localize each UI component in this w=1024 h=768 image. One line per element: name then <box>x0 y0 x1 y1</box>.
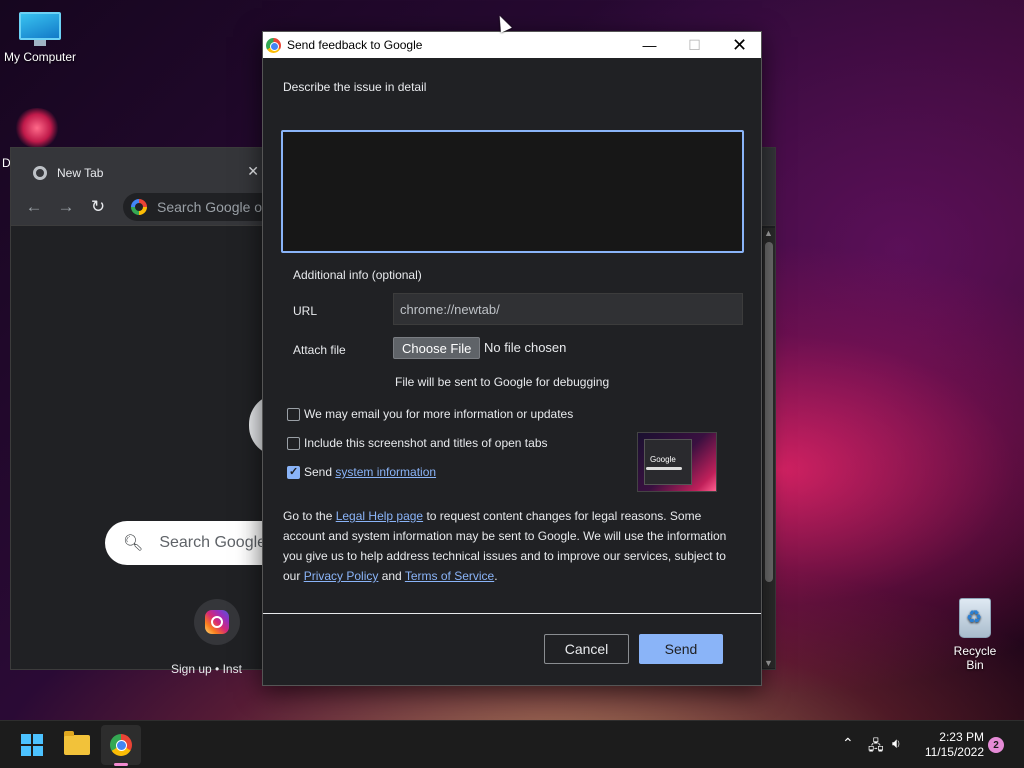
minimize-button[interactable]: — <box>627 32 672 58</box>
ntp-search-box[interactable]: 🔍︎ Search Google <box>105 521 275 565</box>
chrome-taskbar-button[interactable] <box>101 725 141 765</box>
legal-text-1: Go to the <box>283 509 336 523</box>
debug-note: File will be sent to Google for debuggin… <box>395 375 610 389</box>
include-screenshot-label: Include this screenshot and titles of op… <box>304 436 548 450</box>
tab-close-icon[interactable]: ✕ <box>247 163 259 180</box>
choose-file-button[interactable]: Choose File <box>393 337 481 359</box>
recycle-bin-icon <box>959 598 991 638</box>
back-arrow-icon[interactable]: ← <box>25 197 43 217</box>
url-field[interactable]: chrome://newtab/ <box>393 293 743 325</box>
privacy-policy-link[interactable]: Privacy Policy <box>304 569 379 583</box>
chrome-favicon-icon <box>33 166 47 180</box>
maximize-button[interactable]: ☐ <box>672 32 717 58</box>
file-explorer-taskbar-button[interactable] <box>57 725 97 765</box>
reload-icon[interactable]: ↻ <box>89 197 107 217</box>
recycle-bin-desktop-icon[interactable]: Recycle Bin <box>944 598 1006 672</box>
system-info-row: Send system information <box>287 465 436 479</box>
my-computer-desktop-icon[interactable]: My Computer <box>2 8 78 64</box>
url-label: URL <box>293 304 318 318</box>
issue-description-textarea[interactable] <box>281 130 744 253</box>
search-icon: 🔍︎ <box>123 535 144 552</box>
email-consent-label: We may email you for more information or… <box>304 407 574 421</box>
legal-notice: Go to the Legal Help page to request con… <box>283 506 745 586</box>
monitor-icon <box>19 12 61 46</box>
windows-logo-icon <box>21 734 43 756</box>
dialog-title: Send feedback to Google <box>287 38 423 52</box>
email-consent-checkbox[interactable] <box>287 407 300 421</box>
scroll-down-icon[interactable]: ▼ <box>764 658 773 668</box>
legal-text-3: and <box>378 569 405 583</box>
terms-of-service-link[interactable]: Terms of Service <box>405 569 494 583</box>
screenshot-thumbnail[interactable]: Google <box>637 432 717 492</box>
network-icon[interactable]: 🖧︎ <box>868 735 884 759</box>
include-screenshot-checkbox[interactable] <box>287 436 300 450</box>
mouse-cursor-icon <box>494 13 512 33</box>
start-button[interactable] <box>12 725 52 765</box>
close-button[interactable]: ✕ <box>717 32 762 58</box>
no-file-chosen-text: No file chosen <box>484 340 567 355</box>
thumbnail-google-text: Google <box>650 455 676 464</box>
app-logo-icon <box>14 108 60 148</box>
send-button[interactable]: Send <box>639 634 723 664</box>
describe-issue-label: Describe the issue in detail <box>283 80 427 94</box>
dialog-titlebar[interactable]: Send feedback to Google — ☐ ✕ <box>263 32 761 58</box>
email-consent-row: We may email you for more information or… <box>287 407 573 421</box>
app-desktop-icon[interactable] <box>14 108 64 152</box>
instagram-icon <box>205 610 229 634</box>
dialog-body: Describe the issue in detail Additional … <box>263 58 761 687</box>
scrollbar-thumb[interactable] <box>765 242 773 582</box>
additional-info-heading: Additional info (optional) <box>293 268 422 282</box>
chevron-up-icon[interactable]: ⌃ <box>842 735 854 752</box>
footer-divider <box>263 613 761 614</box>
forward-arrow-icon[interactable]: → <box>57 197 75 217</box>
page-scrollbar[interactable]: ▲ ▼ <box>763 228 775 668</box>
taskbar: ⌃ 🖧︎ 🔉︎ 2:23 PM 11/15/2022 2 <box>0 720 1024 768</box>
attach-file-label: Attach file <box>293 343 346 357</box>
my-computer-label: My Computer <box>3 50 77 64</box>
volume-icon[interactable]: 🔉︎ <box>892 735 901 752</box>
cancel-button[interactable]: Cancel <box>544 634 629 664</box>
clock-time: 2:23 PM <box>939 730 984 744</box>
active-app-indicator <box>114 763 128 766</box>
send-feedback-dialog: Send feedback to Google — ☐ ✕ Describe t… <box>262 31 762 686</box>
notification-badge[interactable]: 2 <box>988 737 1004 753</box>
shortcut-label: Sign up • Inst <box>171 662 242 676</box>
legal-text-4: . <box>494 569 498 583</box>
folder-icon <box>64 731 90 755</box>
legal-help-link[interactable]: Legal Help page <box>336 509 423 523</box>
recycle-bin-label: Recycle Bin <box>953 644 997 672</box>
scroll-up-icon[interactable]: ▲ <box>764 228 773 238</box>
system-clock[interactable]: 2:23 PM 11/15/2022 <box>918 730 984 760</box>
send-system-info-prefix: Send <box>304 465 333 479</box>
system-information-link[interactable]: system information <box>335 465 436 479</box>
ntp-search-placeholder: Search Google <box>159 534 267 551</box>
send-system-info-checkbox[interactable] <box>287 465 300 479</box>
chrome-logo-icon <box>266 37 281 53</box>
tab-title: New Tab <box>57 166 104 180</box>
screenshot-row: Include this screenshot and titles of op… <box>287 436 548 450</box>
google-g-icon <box>131 198 147 215</box>
tab-new-tab[interactable]: New Tab ✕ <box>23 158 259 188</box>
clock-date: 11/15/2022 <box>924 745 984 759</box>
chrome-taskbar-icon <box>110 734 132 756</box>
instagram-shortcut[interactable] <box>194 599 240 645</box>
omnibox-placeholder: Search Google or <box>157 198 267 215</box>
